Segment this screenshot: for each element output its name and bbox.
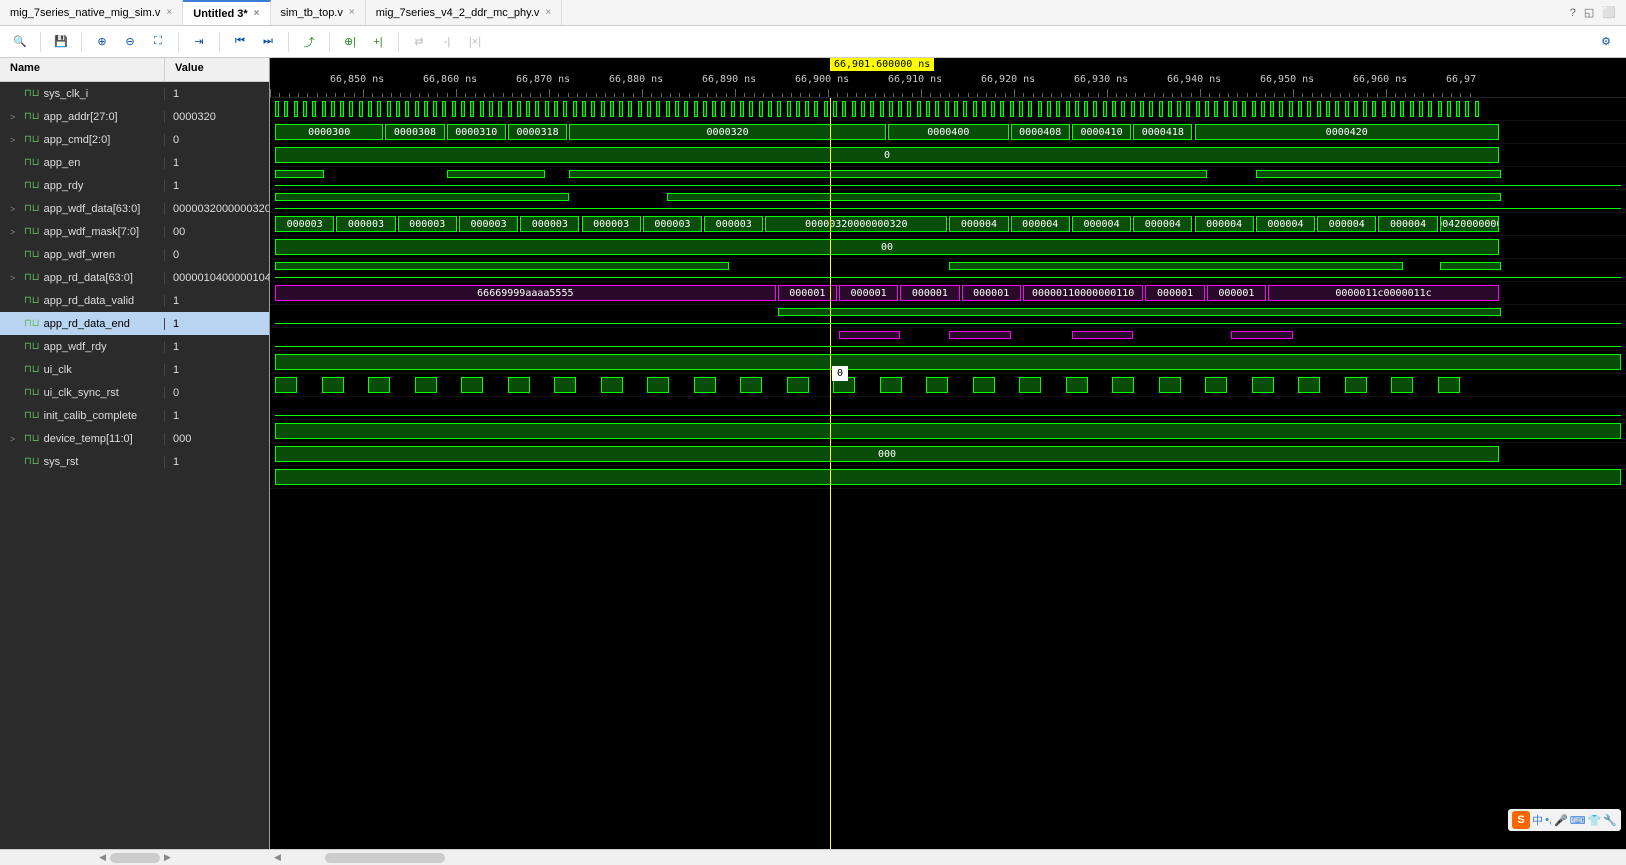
clear-markers-icon[interactable]: |×| <box>463 30 487 54</box>
waveform-row[interactable] <box>270 466 1626 489</box>
main-area: Name Value ⊓⊔sys_clk_i1>⊓⊔app_addr[27:0]… <box>0 58 1626 849</box>
signal-row[interactable]: ⊓⊔app_rd_data_end1 <box>0 312 269 335</box>
waveform-row[interactable]: 66669999aaaa5555000001000001000001000001… <box>270 282 1626 305</box>
goto-cursor-icon[interactable]: ⇥ <box>187 30 211 54</box>
signal-row[interactable]: ⊓⊔sys_clk_i1 <box>0 82 269 105</box>
cursor-line[interactable] <box>830 98 831 849</box>
search-icon[interactable]: 🔍 <box>8 30 32 54</box>
waveform-row[interactable] <box>270 259 1626 282</box>
waveform-row[interactable] <box>270 305 1626 328</box>
signal-list[interactable]: ⊓⊔sys_clk_i1>⊓⊔app_addr[27:0]0000320>⊓⊔a… <box>0 82 269 849</box>
signal-row[interactable]: ⊓⊔app_wdf_wren0 <box>0 243 269 266</box>
signal-row[interactable]: ⊓⊔init_calib_complete1 <box>0 404 269 427</box>
close-icon[interactable]: × <box>254 8 260 19</box>
ime-keyboard-icon[interactable]: ⌨ <box>1570 814 1586 827</box>
zoom-out-icon[interactable]: ⊖ <box>118 30 142 54</box>
ime-logo-icon[interactable]: S <box>1512 811 1530 829</box>
prev-transition-icon[interactable]: ⤴ <box>297 30 321 54</box>
signal-row[interactable]: ⊓⊔app_rd_data_valid1 <box>0 289 269 312</box>
waveform-row[interactable]: 000 <box>270 443 1626 466</box>
bottom-scrollbar: ◀ ▶ ◀ <box>0 849 1626 865</box>
signal-row[interactable]: >⊓⊔app_addr[27:0]0000320 <box>0 105 269 128</box>
waveform-row[interactable]: 0000300000030800003100000318000032000004… <box>270 121 1626 144</box>
tab-bar: mig_7series_native_mig_sim.v× Untitled 3… <box>0 0 1626 26</box>
signal-row[interactable]: ⊓⊔app_wdf_rdy1 <box>0 335 269 358</box>
signal-row[interactable]: ⊓⊔app_en1 <box>0 151 269 174</box>
go-end-icon[interactable]: ⏭ <box>256 30 280 54</box>
value-badge: 0 <box>832 366 848 381</box>
ime-punct-icon[interactable]: •, <box>1545 814 1552 826</box>
signal-row[interactable]: ⊓⊔sys_rst1 <box>0 450 269 473</box>
maximize-icon[interactable]: ⬜ <box>1602 6 1616 19</box>
waveform-row[interactable] <box>270 328 1626 351</box>
ime-lang-icon[interactable]: 中 <box>1532 812 1543 828</box>
tab-0[interactable]: mig_7series_native_mig_sim.v× <box>0 0 183 25</box>
add-marker-icon[interactable]: ⊕| <box>338 30 362 54</box>
settings-icon[interactable]: ⚙ <box>1594 30 1618 54</box>
zoom-in-icon[interactable]: ⊕ <box>90 30 114 54</box>
ime-tool-icon[interactable]: 🔧 <box>1603 814 1617 827</box>
ime-skin-icon[interactable]: 👕 <box>1588 814 1602 827</box>
ime-mic-icon[interactable]: 🎤 <box>1554 814 1568 827</box>
swap-icon[interactable]: ⇄ <box>407 30 431 54</box>
time-ruler[interactable]: 66,850 ns66,860 ns66,870 ns66,880 ns66,8… <box>270 74 1626 98</box>
scroll-left-icon[interactable]: ◀ <box>270 852 285 863</box>
signal-row[interactable]: >⊓⊔app_wdf_mask[7:0]00 <box>0 220 269 243</box>
waveform-row[interactable]: 0000030000030000030000030000030000030000… <box>270 213 1626 236</box>
col-name-header[interactable]: Name <box>0 58 165 81</box>
go-start-icon[interactable]: ⏮ <box>228 30 252 54</box>
waveform-row[interactable]: 0 <box>270 374 1626 397</box>
signal-row[interactable]: ⊓⊔ui_clk_sync_rst0 <box>0 381 269 404</box>
waveform-row[interactable] <box>270 167 1626 190</box>
signal-row[interactable]: >⊓⊔app_cmd[2:0]0 <box>0 128 269 151</box>
scroll-thumb[interactable] <box>325 853 445 863</box>
scroll-right-icon[interactable]: ▶ <box>160 852 175 863</box>
marker-time-label: 66,901.600000 ns <box>830 58 934 71</box>
signal-panel: Name Value ⊓⊔sys_clk_i1>⊓⊔app_addr[27:0]… <box>0 58 270 849</box>
signal-header: Name Value <box>0 58 269 82</box>
scroll-left-icon[interactable]: ◀ <box>95 852 110 863</box>
waveform-row[interactable]: 0 <box>270 144 1626 167</box>
signal-row[interactable]: >⊓⊔app_rd_data[63:0]00000104000001040000… <box>0 266 269 289</box>
signal-row[interactable]: >⊓⊔app_wdf_data[63:0]0000032000000320000… <box>0 197 269 220</box>
waveform-area[interactable]: 66,901.600000 ns 66,850 ns66,860 ns66,87… <box>270 58 1626 849</box>
col-value-header[interactable]: Value <box>165 58 269 81</box>
waveform-row[interactable] <box>270 351 1626 374</box>
toolbar: 🔍 💾 ⊕ ⊖ ⛶ ⇥ ⏮ ⏭ ⤴ ⊕| +| ⇄ -| |×| ⚙ <box>0 26 1626 58</box>
close-icon[interactable]: × <box>545 7 551 18</box>
restore-icon[interactable]: ◱ <box>1584 6 1594 19</box>
signal-row[interactable]: ⊓⊔app_rdy1 <box>0 174 269 197</box>
waveform-row[interactable] <box>270 420 1626 443</box>
signal-row[interactable]: >⊓⊔device_temp[11:0]000 <box>0 427 269 450</box>
tab-3[interactable]: mig_7series_v4_2_ddr_mc_phy.v× <box>366 0 563 25</box>
prev-marker-icon[interactable]: +| <box>366 30 390 54</box>
waveform-row[interactable]: 00 <box>270 236 1626 259</box>
signal-row[interactable]: ⊓⊔ui_clk1 <box>0 358 269 381</box>
scroll-thumb[interactable] <box>110 853 160 863</box>
help-icon[interactable]: ? <box>1570 7 1576 19</box>
close-icon[interactable]: × <box>349 7 355 18</box>
ime-bar[interactable]: S 中 •, 🎤 ⌨ 👕 🔧 <box>1508 809 1621 831</box>
zoom-fit-icon[interactable]: ⛶ <box>146 30 170 54</box>
close-icon[interactable]: × <box>166 7 172 18</box>
tab-2[interactable]: sim_tb_top.v× <box>271 0 366 25</box>
waveform-row[interactable] <box>270 98 1626 121</box>
waveform-row[interactable] <box>270 190 1626 213</box>
waveform-row[interactable] <box>270 397 1626 420</box>
save-icon[interactable]: 💾 <box>49 30 73 54</box>
remove-marker-icon[interactable]: -| <box>435 30 459 54</box>
tab-1[interactable]: Untitled 3*× <box>183 0 270 25</box>
